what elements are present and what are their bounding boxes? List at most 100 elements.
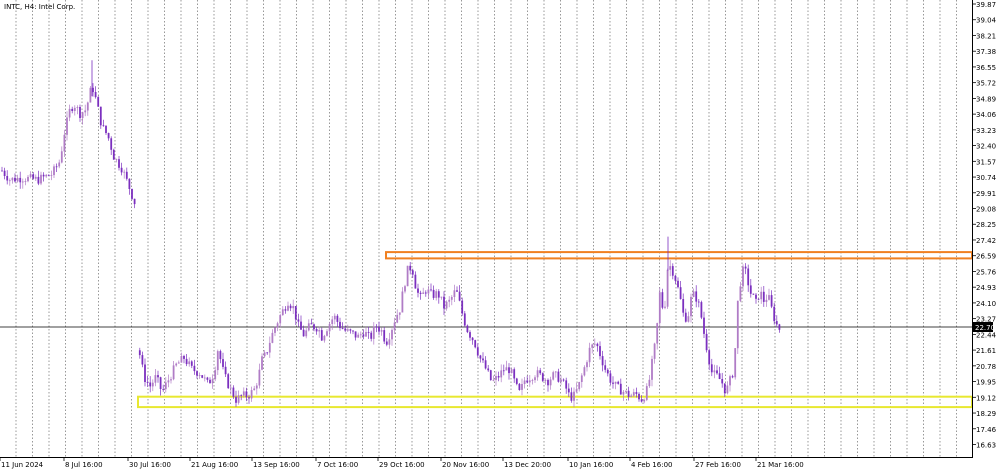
candle-body <box>518 383 521 390</box>
candle-body <box>120 167 123 173</box>
candle-body <box>700 302 703 318</box>
candle-body <box>580 375 583 382</box>
candle-body <box>380 330 383 332</box>
price-axis: 39.87 39.04 38.21 37.38 36.55 35.72 34.89 34.06… <box>972 1 997 450</box>
candle-body <box>50 175 53 176</box>
candle-body <box>224 366 227 375</box>
candle-body <box>687 316 690 322</box>
candle-body <box>73 107 76 111</box>
price-tick-label: 20.78 <box>976 363 996 371</box>
candle-body <box>565 380 568 389</box>
candle-body <box>697 301 700 303</box>
candle-body <box>591 344 594 348</box>
candle-body <box>196 371 198 376</box>
candle-body <box>599 346 601 357</box>
candle-body <box>627 390 630 397</box>
candle-body <box>666 269 669 307</box>
candle-body <box>151 382 154 387</box>
candle-body <box>510 369 513 374</box>
price-tick-label: 21.61 <box>976 347 996 355</box>
current-price-label: 22.70 <box>975 324 995 332</box>
candle-body <box>375 326 378 328</box>
candle-body <box>432 289 435 298</box>
candle-body <box>294 306 297 320</box>
candle-body <box>604 365 607 370</box>
candle-body <box>664 306 666 308</box>
candle-body <box>240 395 243 396</box>
price-tick-label: 35.72 <box>976 80 996 88</box>
candle-body <box>40 174 42 184</box>
candle-body <box>115 159 118 160</box>
candle-body <box>437 291 440 298</box>
candle-body <box>692 291 695 297</box>
candle-body <box>742 266 744 287</box>
candle-body <box>645 386 648 400</box>
candle-body <box>318 330 321 332</box>
candle-body <box>185 358 188 365</box>
candle-body <box>149 382 152 387</box>
price-tick-label: 38.21 <box>976 33 996 41</box>
candle-body <box>497 376 500 378</box>
candle-body <box>138 350 141 356</box>
price-tick-label: 33.23 <box>976 127 996 135</box>
candle-body <box>131 189 133 199</box>
candle-body <box>708 350 711 365</box>
candle-body <box>367 332 370 333</box>
time-tick-label: 13 Sep 16:00 <box>253 461 300 469</box>
candle-body <box>456 290 458 292</box>
time-tick-label: 10 Jan 16:00 <box>569 461 613 469</box>
price-tick-label: 29.91 <box>976 190 996 198</box>
candle-body <box>547 379 549 386</box>
candle-body <box>219 351 222 360</box>
candle-body <box>47 174 50 176</box>
candle-body <box>573 391 575 401</box>
candle-body <box>162 389 165 390</box>
candle-body <box>718 373 721 379</box>
candle-body <box>406 265 409 287</box>
candle-body <box>235 396 237 403</box>
candle-body <box>357 334 360 338</box>
candle-body <box>523 380 526 384</box>
candle-body <box>34 176 37 179</box>
candle-body <box>586 362 588 368</box>
candle-body <box>448 299 451 302</box>
candle-body <box>505 367 508 371</box>
candle-body <box>276 323 279 328</box>
candle-body <box>300 321 302 330</box>
candle-body <box>703 317 705 334</box>
candle-body <box>466 325 469 333</box>
candle-body <box>508 367 510 374</box>
chart-window: 39.87 39.04 38.21 37.38 36.55 35.72 34.89 34.06… <box>0 0 1000 471</box>
candle-body <box>606 369 609 374</box>
candle-body <box>601 356 604 366</box>
candle-body <box>762 291 765 302</box>
time-tick-label: 27 Feb 16:00 <box>695 461 741 469</box>
candle-body <box>326 331 328 336</box>
support-zone <box>137 395 973 409</box>
time-tick-label: 20 Nov 16:00 <box>442 461 489 469</box>
candle-body <box>739 286 742 301</box>
candle-body <box>352 330 354 332</box>
price-chart[interactable]: 39.87 39.04 38.21 37.38 36.55 35.72 34.89 34.06… <box>0 0 1000 471</box>
candle-body <box>656 323 659 344</box>
candle-body <box>232 387 235 397</box>
vertical-gridlines <box>15 0 957 457</box>
candle-body <box>539 370 542 374</box>
candle-body <box>731 376 734 378</box>
price-tick-label: 32.40 <box>976 143 996 151</box>
candle-body <box>341 328 344 329</box>
candle-body <box>638 393 640 400</box>
candle-body <box>536 370 539 378</box>
candle-body <box>557 371 560 382</box>
candle-body <box>146 382 149 383</box>
time-tick-label: 4 Feb 16:00 <box>631 461 672 469</box>
candle-body <box>713 370 716 373</box>
candle-body <box>292 306 295 309</box>
time-axis: 11 Jun 2024 8 Jul 16:00 30 Jul 16:00 21 Aug… <box>0 457 804 469</box>
candle-body <box>710 364 713 373</box>
candle-body <box>203 377 206 379</box>
price-tick-label: 29.08 <box>976 206 996 214</box>
price-tick-label: 18.29 <box>976 410 996 418</box>
candle-body <box>398 312 401 315</box>
candle-body <box>653 343 656 359</box>
